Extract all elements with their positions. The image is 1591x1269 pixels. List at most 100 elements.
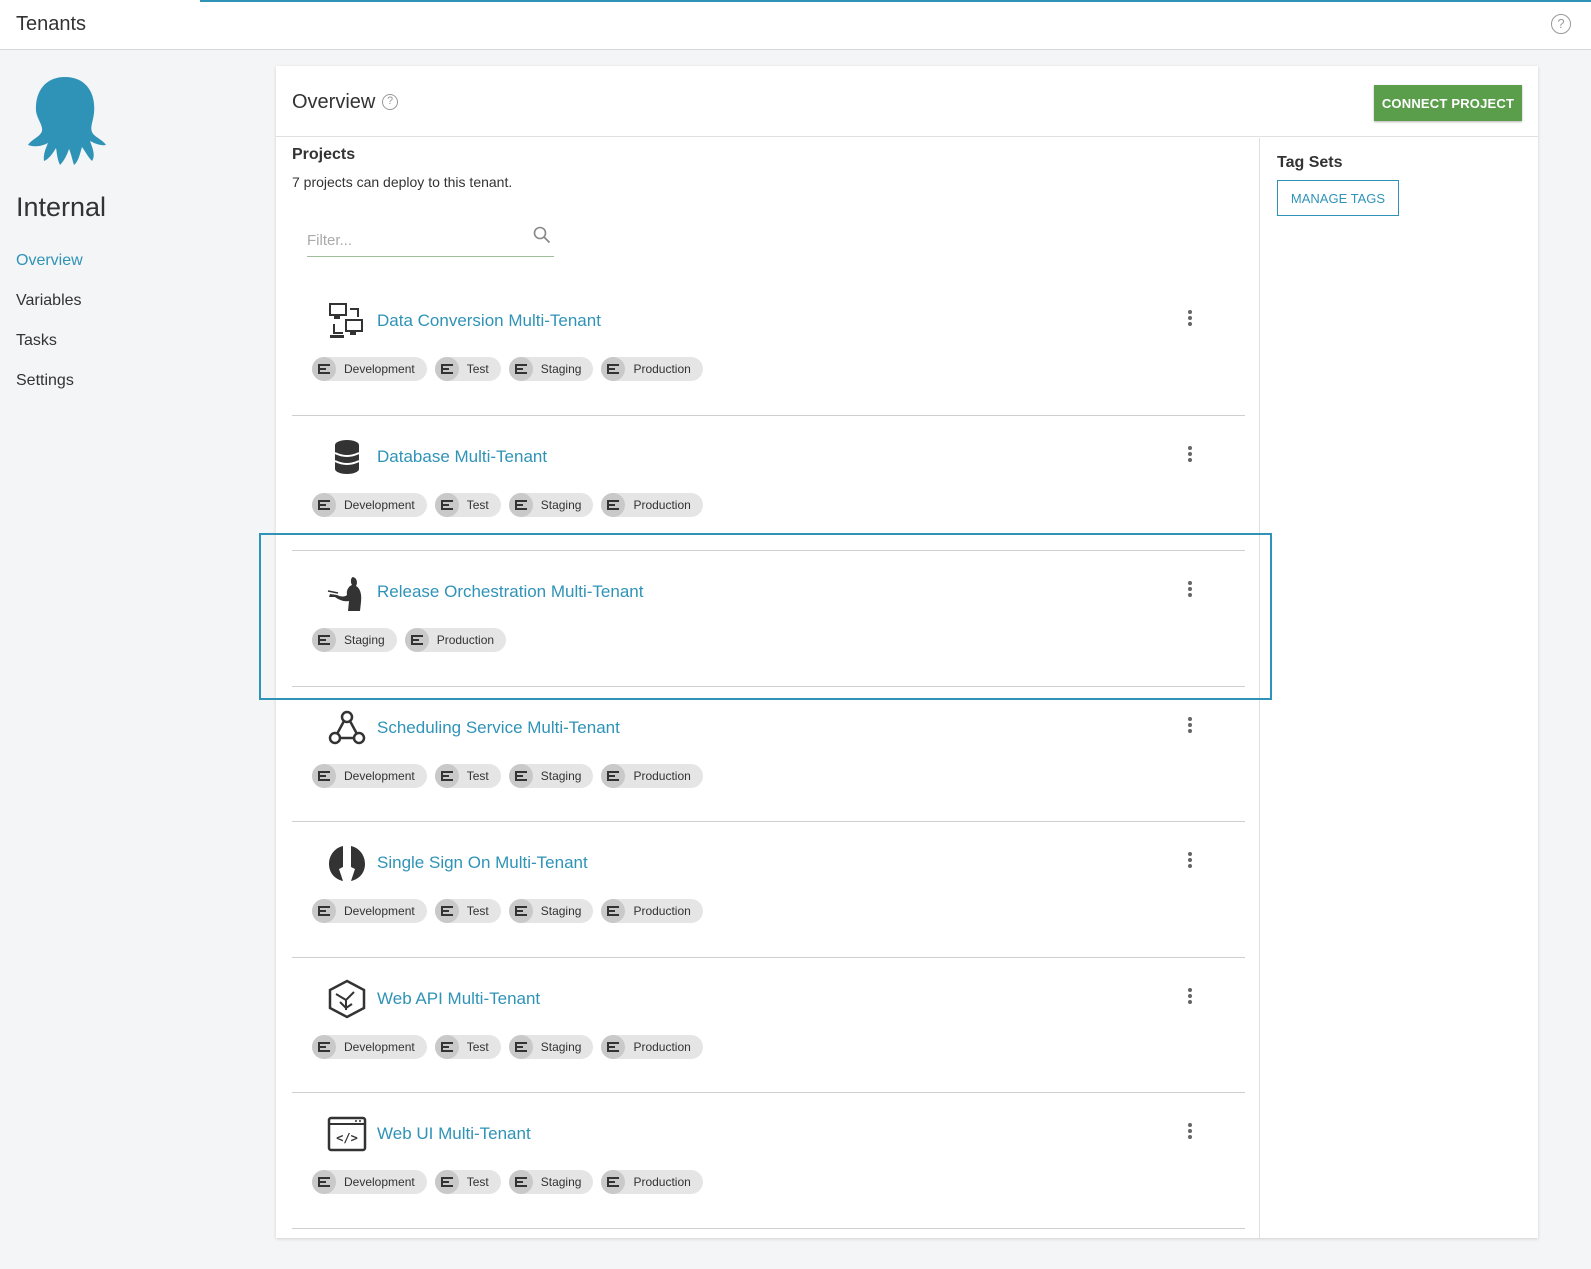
environment-chip: Development [312, 357, 427, 381]
environment-icon [312, 1170, 336, 1194]
project-row: </> Web UI Multi-Tenant Development Test Sta… [292, 1093, 1245, 1229]
environment-label: Production [633, 768, 691, 783]
environment-label: Staging [540, 904, 582, 918]
environment-label: Test [466, 904, 489, 918]
environment-chip: Staging [508, 899, 594, 923]
more-options-icon[interactable] [1179, 850, 1201, 874]
environment-label: Development [344, 1175, 415, 1189]
environment-label: Test [466, 768, 489, 783]
environment-icon [601, 357, 626, 381]
projects-section: Projects 7 projects can deploy to this t… [276, 138, 1260, 1238]
environment-icon [508, 492, 533, 517]
environment-chip: Staging [508, 1170, 594, 1194]
environment-label: Test [466, 1039, 489, 1054]
card-header: Overview ? CONNECT PROJECT [276, 66, 1538, 137]
more-options-icon[interactable] [1179, 308, 1201, 332]
projects-heading: Projects [292, 146, 356, 163]
environment-icon [312, 1034, 336, 1059]
environment-label: Production [633, 1175, 691, 1189]
project-row: Database Multi-Tenant Development Test Stag… [292, 416, 1245, 551]
environment-icon [508, 1170, 533, 1194]
webhook-icon [328, 710, 366, 744]
nav-tasks[interactable]: Tasks [16, 331, 83, 371]
environment-label: Staging [540, 497, 582, 512]
nav-overview[interactable]: Overview [16, 251, 83, 291]
conductor-icon [327, 577, 362, 611]
environment-chips: Development Test Staging Production [312, 1170, 703, 1194]
servers-icon [329, 303, 363, 338]
environment-label: Test [466, 497, 489, 512]
help-icon[interactable]: ? [1551, 14, 1571, 34]
environment-icon [508, 1034, 533, 1059]
environment-icon [508, 763, 533, 788]
environment-label: Test [466, 1175, 489, 1189]
more-options-icon[interactable] [1179, 1121, 1201, 1145]
environment-chips: Development Test Staging Production [312, 492, 703, 517]
connect-project-button[interactable]: CONNECT PROJECT [1374, 85, 1522, 121]
environment-label: Test [466, 362, 489, 376]
environment-chip: Test [434, 1034, 501, 1059]
environment-icon [312, 763, 336, 788]
octopus-logo-icon [28, 77, 106, 165]
more-options-icon[interactable] [1179, 579, 1201, 603]
environment-label: Staging [540, 1039, 582, 1054]
environment-chip: Development [312, 1034, 427, 1059]
nav-settings[interactable]: Settings [16, 371, 83, 411]
more-options-icon[interactable] [1179, 444, 1201, 468]
environment-icon [434, 1170, 459, 1194]
environment-label: Production [633, 1039, 691, 1054]
more-options-icon[interactable] [1179, 715, 1201, 739]
environment-chip: Staging [508, 492, 594, 517]
project-name-link[interactable]: Web UI Multi-Tenant [377, 1124, 531, 1144]
environment-chip: Production [601, 357, 703, 381]
environment-icon [508, 357, 533, 381]
environment-icon [312, 899, 336, 923]
project-row: Release Orchestration Multi-Tenant Stagin… [292, 551, 1245, 687]
project-name-link[interactable]: Data Conversion Multi-Tenant [377, 311, 601, 331]
project-name-link[interactable]: Scheduling Service Multi-Tenant [377, 718, 620, 738]
projects-subtitle: 7 projects can deploy to this tenant. [292, 174, 513, 190]
environment-chip: Production [601, 1170, 703, 1194]
project-row: Scheduling Service Multi-Tenant Developme… [292, 687, 1245, 822]
nav-variables[interactable]: Variables [16, 291, 83, 331]
search-icon[interactable] [532, 225, 552, 245]
environment-chip: Production [601, 492, 703, 517]
api-cube-icon [328, 979, 366, 1018]
environment-label: Staging [540, 768, 582, 783]
project-row: Web API Multi-Tenant Development Test Stagi… [292, 958, 1245, 1093]
environment-chip: Test [434, 899, 501, 923]
top-accent-line [200, 0, 1591, 2]
environment-chip: Test [434, 357, 501, 381]
environment-icon [434, 357, 459, 381]
more-options-icon[interactable] [1179, 986, 1201, 1010]
project-name-link[interactable]: Web API Multi-Tenant [377, 989, 540, 1009]
environment-label: Production [633, 904, 691, 918]
environment-label: Development [344, 1039, 415, 1054]
environment-chips: Development Test Staging Production [312, 1034, 703, 1059]
environment-chip: Test [434, 492, 501, 517]
environment-icon [312, 357, 336, 381]
tag-sets-heading: Tag Sets [1277, 154, 1343, 171]
environment-chip: Staging [508, 1034, 594, 1059]
filter-input[interactable] [307, 229, 517, 251]
page-title: Tenants [16, 13, 87, 35]
environment-icon [434, 492, 459, 517]
environment-chip: Test [434, 763, 501, 788]
environment-chip: Production [601, 1034, 703, 1059]
project-name-link[interactable]: Single Sign On Multi-Tenant [377, 853, 588, 873]
environment-chips: Development Test Staging Production [312, 357, 703, 381]
tag-sets-panel: Tag Sets MANAGE TAGS [1261, 138, 1538, 1238]
project-name-link[interactable]: Database Multi-Tenant [377, 447, 547, 467]
environment-icon [601, 1034, 626, 1059]
project-name-link[interactable]: Release Orchestration Multi-Tenant [377, 582, 643, 602]
project-list: Data Conversion Multi-Tenant Development T… [292, 280, 1245, 1229]
environment-chips: Development Test Staging Production [312, 763, 703, 788]
overview-card: Overview ? CONNECT PROJECT Projects 7 pr… [276, 66, 1538, 1238]
environment-icon [434, 899, 459, 923]
environment-label: Development [344, 768, 415, 783]
overview-help-icon[interactable]: ? [382, 94, 398, 110]
manage-tags-button[interactable]: MANAGE TAGS [1277, 180, 1399, 216]
environment-label: Development [344, 362, 415, 376]
project-row: Data Conversion Multi-Tenant Development T… [292, 280, 1245, 416]
environment-label: Development [344, 904, 415, 918]
